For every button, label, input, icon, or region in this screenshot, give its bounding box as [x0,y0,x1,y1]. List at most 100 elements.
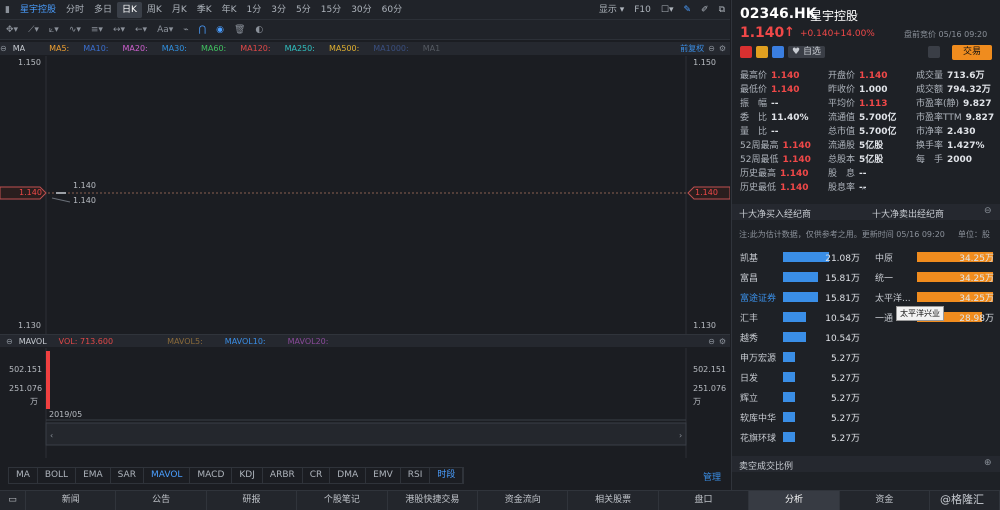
collapse-icon[interactable]: ⊖ [0,44,7,53]
indicator-tab[interactable]: BOLL [38,468,77,483]
indicator-tab[interactable]: MACD [190,468,233,483]
period-tab[interactable]: 年K [217,2,242,18]
indicator-tab[interactable]: MAVOL [144,468,191,483]
indicator-tab[interactable]: SAR [111,468,144,483]
collapse-arrow-icon[interactable]: ⌃ [860,187,868,197]
channel-tool-icon[interactable]: ⟀▾ [49,25,59,35]
trash-icon[interactable]: 🗑 [234,25,245,35]
sell-broker-name[interactable]: 中原 [875,251,893,264]
vol-title: MAVOL [18,336,47,346]
collapse-icon[interactable]: ⊖ [708,337,715,346]
eye-icon[interactable]: ◉ [216,25,224,35]
period-tab[interactable]: 1分 [242,2,267,18]
candle-low-label: 1.140 [73,196,96,205]
f10-button[interactable]: F10 [629,2,656,18]
quote-field-label: 52周最高 [740,141,779,151]
edit-icon[interactable]: ✐ [696,2,714,18]
line-tool-icon[interactable]: ⟋▾ [28,25,39,35]
buy-broker-name[interactable]: 申万宏源 [740,351,776,364]
lightning-icon[interactable] [756,46,768,58]
buy-broker-name[interactable]: 富昌 [740,271,758,284]
period-tab[interactable]: 3分 [266,2,291,18]
bottom-nav-tab[interactable]: 研报 [207,491,298,510]
period-tab[interactable]: 周K [142,2,167,18]
bottom-nav-tab[interactable]: 盘口 [659,491,750,510]
fib-tool-icon[interactable]: ≡▾ [91,25,103,35]
indicator-tab[interactable]: DMA [330,468,367,483]
window-icon[interactable]: ⧉ [714,2,730,18]
period-tab[interactable]: 5分 [291,2,316,18]
bottom-nav-tab[interactable]: 相关股票 [568,491,659,510]
period-tab[interactable]: 30分 [346,2,376,18]
buy-broker-value: 15.81万 [825,274,860,284]
vol-axis-top-left: 502.151 [9,365,43,374]
buy-broker-name[interactable]: 辉立 [740,391,758,404]
watchlist-button[interactable]: ♥ 自选 [788,46,825,58]
buy-broker-name[interactable]: 日发 [740,371,758,384]
period-tab[interactable]: 季K [192,2,217,18]
buy-broker-name[interactable]: 软库中华 [740,411,776,424]
toggle-icon[interactable]: ◐ [255,25,263,35]
buy-broker-name[interactable]: 花旗环球 [740,431,776,444]
period-tab[interactable]: 月K [167,2,192,18]
indicator-tab[interactable]: KDJ [232,468,263,483]
collapse-icon[interactable]: ⊖ [984,206,992,216]
quote-field-label: 流通值 [828,113,856,123]
alert-icon[interactable] [928,46,940,58]
range-tool-icon[interactable]: ↔▾ [113,25,125,35]
period-tab[interactable]: 多日 [89,2,117,18]
brush-icon[interactable]: ⌁ [183,25,188,35]
indicator-tab[interactable]: CR [303,468,331,483]
volume-chart[interactable]: ‹ › 502.151 251.076 万 502.151 251.076 万 … [0,348,730,458]
gear-icon[interactable]: ⚙ [719,44,726,53]
tag-icon[interactable] [772,46,784,58]
pen-icon[interactable]: ✎ [678,2,696,18]
indicator-tab[interactable]: EMV [366,468,401,483]
bottom-nav-tab[interactable]: 资金 [840,491,931,510]
collapse-icon[interactable]: ⊖ [708,44,715,53]
indicator-tab[interactable]: ARBR [263,468,303,483]
magnet-icon[interactable]: ⋂ [199,25,206,35]
manage-button[interactable]: 管理 [703,470,721,483]
buy-broker-name[interactable]: 凯基 [740,251,758,264]
price-change-pct: +14.00% [833,29,875,39]
expand-icon[interactable]: ⊕ [984,458,992,468]
buy-broker-name[interactable]: 越秀 [740,331,758,344]
gear-icon[interactable]: ⚙ [719,337,726,346]
sell-broker-name[interactable]: 太平洋... [875,291,911,304]
period-tab[interactable]: 日K [117,1,142,18]
period-tab[interactable]: 分时 [61,2,89,18]
bottom-nav-tab[interactable]: 资金流向 [478,491,569,510]
panel-toggle-icon[interactable]: ▮ [0,2,15,18]
indicator-tab[interactable]: RSI [401,468,431,483]
buy-broker-name[interactable]: 富途证券 [740,291,776,304]
bottom-nav-tab[interactable]: 公告 [116,491,207,510]
bottom-nav-tab[interactable]: 新闻 [26,491,117,510]
indicator-tab[interactable]: 时段 [430,468,464,483]
price-plot [0,56,730,334]
text-tool-icon[interactable]: Aa▾ [157,25,173,35]
sell-broker-name[interactable]: 一通 [875,311,893,324]
period-tab[interactable]: 60分 [377,2,407,18]
sell-broker-name[interactable]: 统一 [875,271,893,284]
buy-broker-name[interactable]: 汇丰 [740,311,758,324]
display-menu[interactable]: 显示 ▾ [594,2,629,18]
panel-icon[interactable]: ▭ [0,491,26,510]
crosshair-icon[interactable]: ✥▾ [6,25,18,35]
arrow-tool-icon[interactable]: ←▾ [135,25,147,35]
indicator-tab[interactable]: MA [9,468,38,483]
bottom-nav-tab[interactable]: 港股快捷交易 [388,491,479,510]
period-tab[interactable]: 15分 [316,2,346,18]
checkbox-icon[interactable]: ☐▾ [656,2,679,18]
mavol-items: MAVOL5: MAVOL10: MAVOL20: [167,337,350,346]
bottom-nav-tab[interactable]: 个股笔记 [297,491,388,510]
wave-tool-icon[interactable]: ∿▾ [69,25,81,35]
symbol-tab[interactable]: 星宇控股 [15,2,61,18]
bottom-nav-tab[interactable]: 分析 [749,491,840,510]
ma-legend-item: MA500: [328,44,360,53]
indicator-tab[interactable]: EMA [76,468,111,483]
collapse-icon[interactable]: ⊖ [6,337,13,346]
trade-button[interactable]: 交易 [952,45,992,60]
adjust-label[interactable]: 前复权 [680,43,704,54]
price-chart[interactable]: 1.150 1.150 1.130 1.130 1.140 1.140 1.14… [0,56,730,334]
